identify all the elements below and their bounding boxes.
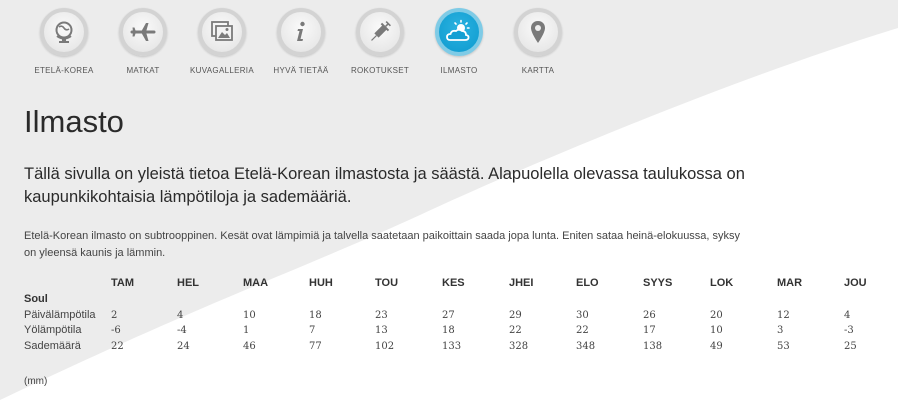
month-header: ELO <box>576 277 599 289</box>
table-cell: 29 <box>509 310 522 321</box>
table-cell: 18 <box>442 325 455 336</box>
table-cell: 22 <box>509 325 522 336</box>
table-cell: 10 <box>243 310 256 321</box>
table-cell: 27 <box>442 310 455 321</box>
gallery-icon <box>211 21 233 41</box>
syringe-icon <box>371 21 391 41</box>
nav-button-etela-korea[interactable] <box>40 8 88 56</box>
table-cell: 2 <box>111 310 118 321</box>
month-header: TOU <box>375 277 399 289</box>
table-cell: 328 <box>509 341 529 352</box>
nav-button-kartta[interactable] <box>514 8 562 56</box>
table-cell: 1 <box>243 325 250 336</box>
nav-button-kuvagalleria[interactable] <box>198 8 246 56</box>
month-header: TAM <box>111 277 135 289</box>
table-cell: 12 <box>777 310 790 321</box>
table-cell: -4 <box>177 325 187 336</box>
page-title: Ilmasto <box>24 104 124 139</box>
row-label-day-temperature: Päivälämpötila <box>24 309 96 321</box>
climate-table: TAM HEL MAA HUH TOU KES JHEI ELO SYYS LO… <box>24 275 892 365</box>
month-header: HEL <box>177 277 199 289</box>
row-label-precipitation: Sademäärä <box>24 340 81 352</box>
table-cell: 102 <box>375 341 395 352</box>
table-cell: -6 <box>111 325 121 336</box>
table-cell: -3 <box>844 325 854 336</box>
month-header: MAA <box>243 277 269 289</box>
table-cell: 4 <box>177 310 184 321</box>
month-header: HUH <box>309 277 333 289</box>
body-paragraph: Etelä-Korean ilmasto on subtrooppinen. K… <box>24 230 741 259</box>
table-cell: 348 <box>576 341 596 352</box>
table-cell: 138 <box>643 341 663 352</box>
row-label-night-temperature: Yölämpötila <box>24 324 82 336</box>
table-cell: 3 <box>777 325 784 336</box>
nav-label[interactable]: KARTTA <box>492 66 584 75</box>
table-cell: 26 <box>643 310 656 321</box>
table-cell: 18 <box>309 310 322 321</box>
table-cell: 13 <box>375 325 388 336</box>
nav-button-hyva-tietaa[interactable] <box>277 8 325 56</box>
month-header: JOU <box>844 277 867 289</box>
nav-item-kartta[interactable]: KARTTA <box>492 8 584 75</box>
table-cell: 20 <box>710 310 723 321</box>
city-name: Soul <box>24 293 48 305</box>
info-icon <box>297 21 305 41</box>
nav-button-ilmasto[interactable] <box>435 8 483 56</box>
lead-paragraph: Tällä sivulla on yleistä tietoa Etelä-Ko… <box>24 165 745 206</box>
table-cell: 4 <box>844 310 851 321</box>
table-cell: 46 <box>243 341 256 352</box>
table-cell: 22 <box>576 325 589 336</box>
unit-note: (mm) <box>24 376 48 387</box>
table-cell: 49 <box>710 341 723 352</box>
globe-icon <box>55 21 73 43</box>
table-cell: 24 <box>177 341 190 352</box>
month-header: LOK <box>710 277 734 289</box>
map-pin-icon <box>531 21 545 43</box>
airplane-icon <box>130 23 156 41</box>
table-cell: 23 <box>375 310 388 321</box>
month-header: KES <box>442 277 465 289</box>
table-cell: 53 <box>777 341 790 352</box>
month-header: MAR <box>777 277 803 289</box>
table-cell: 17 <box>643 325 656 336</box>
table-cell: 22 <box>111 341 124 352</box>
table-cell: 25 <box>844 341 857 352</box>
table-cell: 77 <box>309 341 322 352</box>
table-cell: 10 <box>710 325 723 336</box>
table-cell: 30 <box>576 310 589 321</box>
month-header: JHEI <box>509 277 534 289</box>
table-cell: 7 <box>309 325 316 336</box>
weather-icon <box>446 19 470 41</box>
month-header: SYYS <box>643 277 673 289</box>
nav-button-rokotukset[interactable] <box>356 8 404 56</box>
nav-button-matkat[interactable] <box>119 8 167 56</box>
table-cell: 133 <box>442 341 462 352</box>
